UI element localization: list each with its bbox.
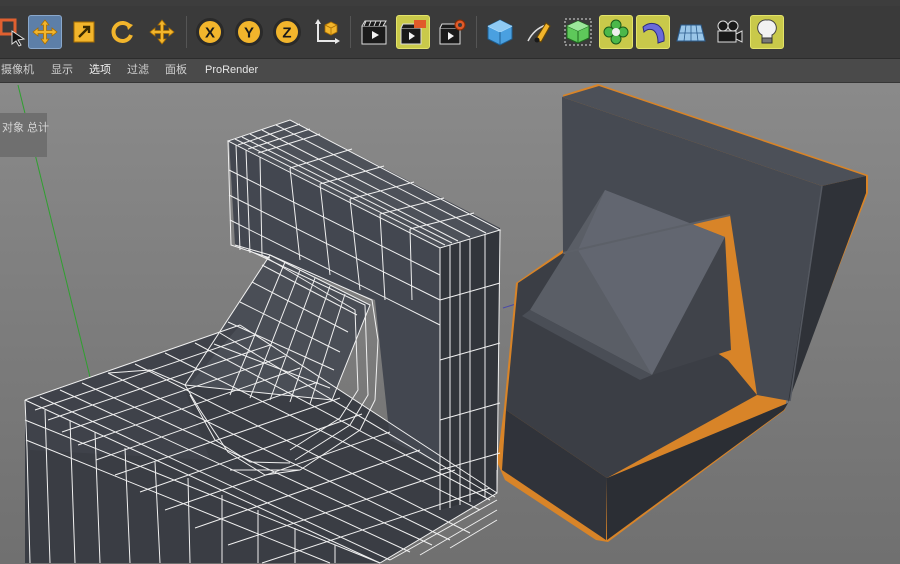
render-view-icon [361, 20, 387, 45]
menu-camera[interactable]: 摄像机 [1, 63, 34, 77]
coordinate-system-button[interactable] [309, 15, 343, 49]
move-tool-button[interactable] [28, 15, 62, 49]
render-view-button[interactable] [357, 15, 391, 49]
cloner-mograph-icon [603, 19, 629, 45]
camera-icon [717, 20, 743, 43]
subdivision-generator-button[interactable] [561, 15, 595, 49]
bend-deformer-icon [642, 22, 665, 44]
menu-display[interactable]: 显示 [51, 63, 73, 77]
coordinate-system-icon [315, 19, 340, 44]
live-selection-icon [0, 18, 26, 47]
render-settings-icon [439, 19, 466, 45]
hud-label: 对象 总计 [2, 122, 50, 134]
transform-tool-icon [149, 19, 175, 45]
y-axis-label: Y [244, 25, 254, 42]
menu-options[interactable]: 选项 [89, 63, 111, 77]
scale-tool-button[interactable] [67, 15, 101, 49]
cube-primitive-icon [487, 19, 513, 46]
subdivision-generator-icon [564, 18, 592, 46]
cube-primitive-button[interactable] [483, 15, 517, 49]
floor-scene-button[interactable] [674, 15, 708, 49]
rotate-tool-icon [111, 21, 133, 43]
render-picture-viewer-icon [400, 20, 426, 45]
viewport-menu-bar: 摄像机 显示 选项 过滤 面板 ProRender [0, 59, 900, 83]
move-tool-icon [32, 19, 58, 45]
z-axis-lock-icon: Z [273, 18, 301, 46]
light-button[interactable] [750, 15, 784, 49]
live-selection-button[interactable] [0, 15, 30, 49]
pen-spline-button[interactable] [522, 15, 556, 49]
viewport-scene [17, 84, 868, 564]
floor-scene-icon [676, 24, 706, 42]
pen-spline-icon [527, 22, 551, 43]
3d-viewport[interactable]: 对象 总计 [0, 83, 900, 564]
wireframe-bracket-model[interactable] [24, 119, 502, 564]
x-axis-lock-icon: X [196, 18, 224, 46]
z-axis-label: Z [282, 25, 291, 42]
menu-panel[interactable]: 面板 [165, 63, 187, 77]
render-settings-button[interactable] [435, 15, 469, 49]
camera-button[interactable] [712, 15, 746, 49]
light-icon [757, 19, 777, 44]
menu-prorender[interactable]: ProRender [205, 63, 258, 77]
menu-filter[interactable]: 过滤 [127, 63, 149, 77]
render-picture-viewer-button[interactable] [396, 15, 430, 49]
rotate-tool-button[interactable] [105, 15, 139, 49]
transform-tool-button[interactable] [145, 15, 179, 49]
main-toolbar: X Y Z [0, 6, 900, 59]
shaded-bracket-model[interactable] [497, 84, 868, 542]
x-axis-label: X [205, 25, 215, 42]
viewport-hud: 对象 总计 [0, 113, 50, 157]
bend-deformer-button[interactable] [636, 15, 670, 49]
x-axis-lock-button[interactable]: X [193, 15, 227, 49]
z-axis-lock-button[interactable]: Z [270, 15, 304, 49]
y-axis-lock-button[interactable]: Y [232, 15, 266, 49]
cloner-mograph-button[interactable] [599, 15, 633, 49]
scale-tool-icon [73, 21, 95, 43]
y-axis-lock-icon: Y [235, 18, 263, 46]
